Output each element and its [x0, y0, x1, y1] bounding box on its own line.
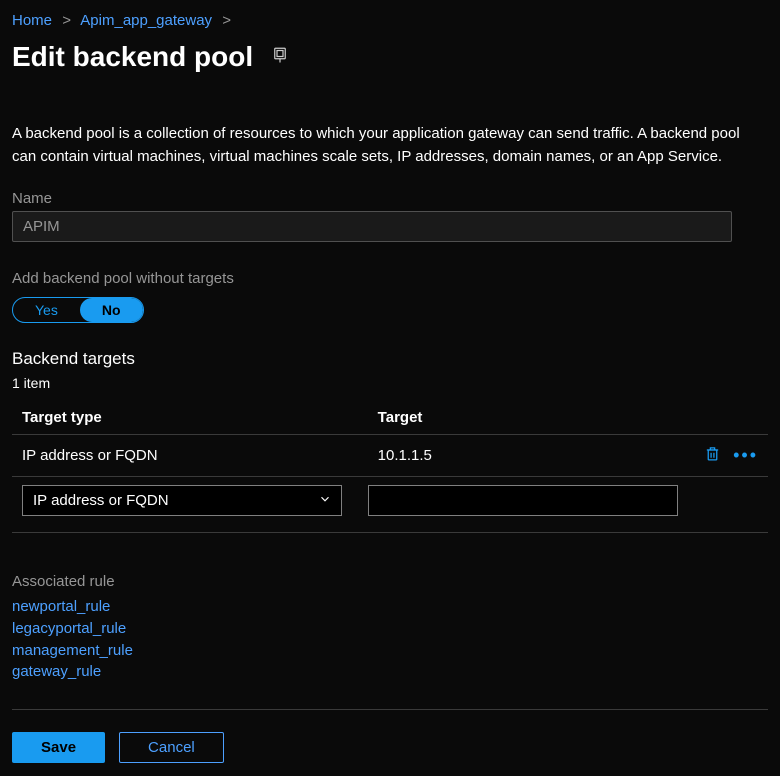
footer-actions: Save Cancel: [12, 710, 768, 763]
target-type-select[interactable]: IP address or FQDN: [22, 485, 342, 516]
breadcrumb-sep: >: [56, 12, 77, 29]
title-row: Edit backend pool: [12, 41, 768, 73]
target-type-select-value: IP address or FQDN: [22, 485, 342, 516]
associated-rule-label: Associated rule: [12, 573, 768, 590]
associated-rule-link[interactable]: newportal_rule: [12, 596, 768, 618]
col-target-type: Target type: [12, 401, 368, 435]
trash-icon[interactable]: [704, 445, 721, 466]
toggle-yes[interactable]: Yes: [13, 298, 80, 322]
associated-rule-link[interactable]: management_rule: [12, 640, 768, 662]
row-target-type: IP address or FQDN: [12, 435, 368, 477]
more-icon[interactable]: •••: [733, 445, 758, 466]
associated-rule-link[interactable]: legacyportal_rule: [12, 618, 768, 640]
name-label: Name: [12, 190, 768, 207]
col-target: Target: [368, 401, 688, 435]
intro-text: A backend pool is a collection of resour…: [12, 123, 752, 168]
name-input[interactable]: [12, 211, 732, 242]
row-target-value: 10.1.1.5: [368, 435, 688, 477]
without-targets-toggle[interactable]: Yes No: [12, 297, 144, 323]
table-row: IP address or FQDN 10.1.1.5 •••: [12, 435, 768, 477]
save-button[interactable]: Save: [12, 732, 105, 763]
without-targets-label: Add backend pool without targets: [12, 270, 768, 287]
breadcrumb-sep: >: [216, 12, 237, 29]
targets-heading: Backend targets: [12, 349, 768, 369]
targets-count: 1 item: [12, 375, 768, 391]
associated-rule-section: Associated rule newportal_rule legacypor…: [12, 573, 768, 683]
targets-table: Target type Target IP address or FQDN 10…: [12, 401, 768, 533]
cancel-button[interactable]: Cancel: [119, 732, 224, 763]
chevron-down-icon: [318, 492, 332, 510]
breadcrumb-home[interactable]: Home: [12, 12, 52, 29]
associated-rule-link[interactable]: gateway_rule: [12, 661, 768, 683]
page-title: Edit backend pool: [12, 41, 253, 73]
breadcrumb-resource[interactable]: Apim_app_gateway: [80, 12, 212, 29]
toggle-no[interactable]: No: [80, 298, 143, 322]
table-row-new: IP address or FQDN: [12, 477, 768, 533]
target-value-input[interactable]: [368, 485, 678, 516]
pin-icon[interactable]: [271, 46, 289, 68]
breadcrumb: Home > Apim_app_gateway >: [12, 10, 768, 35]
